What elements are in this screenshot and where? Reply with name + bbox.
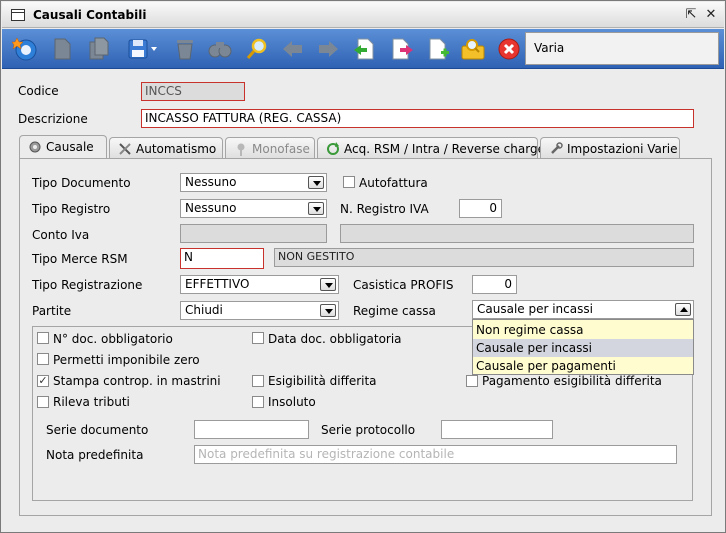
refresh-icon [327, 142, 339, 155]
tipo-documento-value: Nessuno [185, 175, 237, 189]
data-doc-obbligatoria-checkbox[interactable] [252, 332, 264, 344]
export-icon[interactable] [389, 36, 415, 62]
codice-field[interactable]: INCCS [141, 82, 245, 101]
rileva-tributi-checkbox[interactable] [37, 396, 49, 408]
wrench-icon [551, 142, 563, 154]
pin-icon [237, 143, 245, 156]
autofattura-checkbox[interactable] [343, 176, 355, 188]
nota-predefinita-label: Nota predefinita [46, 448, 144, 462]
partite-select[interactable]: Chiudi [180, 301, 339, 320]
chevron-down-icon [320, 278, 336, 291]
serie-documento-field[interactable] [194, 420, 309, 439]
chevron-down-icon [320, 304, 336, 317]
gear-icon [29, 141, 41, 153]
autofattura-label: Autofattura [359, 176, 428, 190]
descrizione-field[interactable]: INCASSO FATTURA (REG. CASSA) [141, 109, 694, 128]
casistica-profis-field[interactable]: 0 [472, 275, 517, 294]
search-folder-icon[interactable] [460, 36, 486, 62]
serie-documento-label: Serie documento [46, 423, 149, 437]
cancel-icon[interactable] [496, 36, 522, 62]
regime-cassa-value: Causale per incassi [477, 302, 593, 316]
chevron-down-icon [308, 202, 324, 215]
document-icon[interactable] [49, 36, 75, 62]
n-doc-obbligatorio-checkbox[interactable] [37, 332, 49, 344]
regime-cassa-label: Regime cassa [353, 304, 436, 318]
tipo-registrazione-select[interactable]: EFFETTIVO [180, 275, 339, 294]
tipo-merce-rsm-field[interactable]: N [180, 248, 264, 269]
tipo-registro-select[interactable]: Nessuno [180, 199, 327, 218]
conto-iva-code-field[interactable] [180, 224, 327, 243]
tab-impostazioni[interactable]: Impostazioni Varie [540, 137, 680, 159]
tab-monofase[interactable]: Monofase [225, 137, 315, 159]
forward-arrow-icon[interactable] [315, 36, 341, 62]
tab-causale[interactable]: Causale [19, 135, 107, 159]
insoluto-checkbox[interactable] [252, 396, 264, 408]
regime-cassa-dropdown: Non regime cassa Causale per incassi Cau… [472, 319, 694, 375]
stampa-controp-checkbox[interactable]: ✓ [37, 375, 49, 387]
window-title: Causali Contabili [33, 8, 147, 22]
import-icon[interactable] [352, 36, 378, 62]
new-document-icon[interactable] [425, 36, 451, 62]
tipo-registro-value: Nessuno [185, 201, 237, 215]
tab-automatismo[interactable]: Automatismo [109, 137, 223, 159]
tipo-merce-rsm-label: Tipo Merce RSM [32, 252, 128, 266]
restore-icon[interactable]: ⇱ [684, 8, 698, 22]
toolbar: Varia [2, 29, 724, 69]
tipo-registro-label: Tipo Registro [32, 202, 111, 216]
n-doc-obbligatorio-label: N° doc. obbligatorio [53, 332, 173, 346]
nota-predefinita-field[interactable]: Nota predefinita su registrazione contab… [194, 445, 677, 464]
dropdown-option[interactable]: Non regime cassa [473, 321, 693, 339]
trash-icon[interactable] [172, 36, 198, 62]
conto-iva-description-field [340, 224, 694, 243]
back-arrow-icon[interactable] [280, 36, 306, 62]
title-bar: Causali Contabili ⇱ ✕ [2, 2, 724, 28]
partite-value: Chiudi [185, 303, 223, 317]
n-registro-iva-field[interactable]: 0 [459, 199, 502, 218]
magnifier-icon[interactable] [244, 36, 270, 62]
window-icon [11, 9, 25, 21]
binoculars-icon[interactable] [207, 36, 233, 62]
descrizione-label: Descrizione [18, 112, 88, 126]
tab-label: Automatismo [136, 142, 217, 156]
tab-label: Monofase [252, 142, 310, 156]
codice-label: Codice [18, 84, 59, 98]
regime-cassa-select[interactable]: Causale per incassi [472, 300, 694, 319]
dropdown-option-selected[interactable]: Causale per incassi [473, 339, 693, 357]
rileva-tributi-label: Rileva tributi [53, 395, 130, 409]
home-icon[interactable] [12, 36, 38, 62]
tab-acq-rsm[interactable]: Acq. RSM / Intra / Reverse charge [317, 137, 545, 159]
dropdown-option[interactable]: Causale per pagamenti [473, 357, 693, 375]
tools-icon [119, 143, 131, 155]
varia-field[interactable]: Varia [525, 32, 719, 65]
stampa-controp-label: Stampa controp. in mastrini [53, 374, 221, 388]
permetti-imponibile-zero-label: Permetti imponibile zero [53, 353, 200, 367]
save-icon[interactable] [126, 36, 160, 62]
data-doc-obbligatoria-label: Data doc. obbligatoria [268, 332, 402, 346]
tab-label: Acq. RSM / Intra / Reverse charge [344, 142, 545, 156]
n-registro-iva-label: N. Registro IVA [340, 202, 429, 216]
close-icon[interactable]: ✕ [704, 8, 718, 22]
tab-label: Causale [46, 140, 94, 154]
tipo-merce-rsm-description: NON GESTITO [274, 248, 694, 267]
insoluto-label: Insoluto [268, 395, 316, 409]
tipo-registrazione-value: EFFETTIVO [185, 277, 250, 291]
permetti-imponibile-zero-checkbox[interactable] [37, 353, 49, 365]
window: Causali Contabili ⇱ ✕ Varia Codice INCCS… [0, 0, 726, 533]
pagamento-esigibilita-checkbox[interactable] [466, 375, 478, 387]
tipo-documento-label: Tipo Documento [32, 176, 131, 190]
casistica-profis-label: Casistica PROFIS [353, 278, 454, 292]
esigibilita-differita-label: Esigibilità differita [268, 374, 377, 388]
tab-label: Impostazioni Varie [567, 142, 678, 156]
conto-iva-label: Conto Iva [32, 228, 90, 242]
serie-protocollo-label: Serie protocollo [321, 423, 416, 437]
tipo-documento-select[interactable]: Nessuno [180, 173, 327, 192]
serie-protocollo-field[interactable] [441, 420, 553, 439]
chevron-down-icon [308, 176, 324, 189]
chevron-up-icon [675, 303, 691, 316]
partite-label: Partite [32, 304, 72, 318]
pagamento-esigibilita-label: Pagamento esigibilità differita [482, 374, 662, 388]
tipo-registrazione-label: Tipo Registrazione [32, 278, 143, 292]
copy-icon[interactable] [86, 36, 112, 62]
esigibilita-differita-checkbox[interactable] [252, 375, 264, 387]
